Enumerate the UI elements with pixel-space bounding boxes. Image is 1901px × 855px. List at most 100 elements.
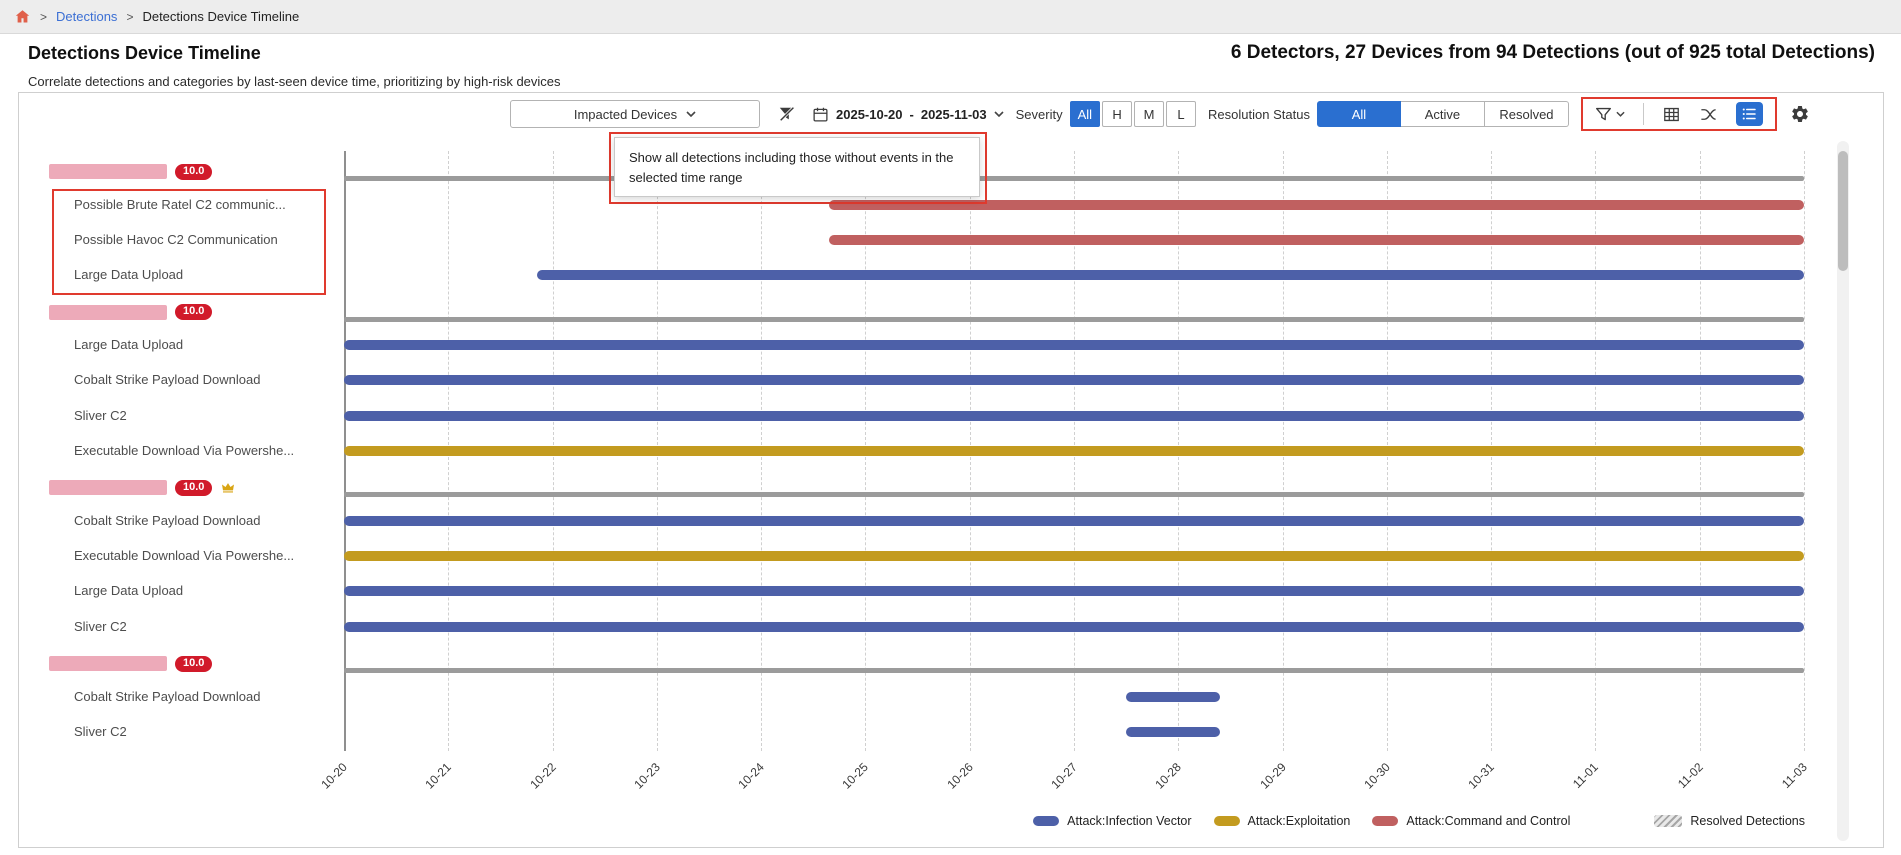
device-name-redacted — [49, 164, 167, 179]
chevron-down-icon — [994, 111, 1004, 117]
resolution-status-label: Resolution Status — [1208, 107, 1310, 122]
device-timeline-bar[interactable] — [344, 176, 1804, 181]
toolbar-divider — [1643, 103, 1644, 125]
breadcrumb: > Detections > Detections Device Timelin… — [0, 0, 1901, 34]
resolved-hatch-swatch — [1654, 815, 1682, 827]
risk-score-badge: 10.0 — [175, 480, 212, 496]
detection-label[interactable]: Executable Download Via Powershe... — [74, 547, 328, 565]
scrollbar-thumb[interactable] — [1838, 151, 1848, 271]
legend-color-swatch — [1372, 816, 1398, 826]
resolution-resolved-button[interactable]: Resolved — [1485, 101, 1569, 127]
legend-item: Attack:Exploitation — [1214, 814, 1351, 828]
severity-low-button[interactable]: L — [1166, 101, 1196, 127]
calendar-icon — [812, 106, 829, 123]
filter-tooltip: Show all detections including those with… — [614, 137, 980, 197]
detection-label[interactable]: Sliver C2 — [74, 618, 328, 636]
timeline-panel: Impacted Devices 2025-10-20 - 2025-11-03… — [18, 92, 1884, 848]
detection-timeline-bar[interactable] — [344, 586, 1804, 596]
severity-filter-group: All H M L — [1070, 101, 1196, 127]
detection-timeline-bar[interactable] — [344, 340, 1804, 350]
legend-label: Attack:Exploitation — [1248, 814, 1351, 828]
date-range-picker[interactable]: 2025-10-20 - 2025-11-03 — [812, 106, 1004, 123]
device-row-label[interactable]: 10.0 — [49, 303, 212, 321]
detection-label[interactable]: Sliver C2 — [74, 407, 328, 425]
detection-label[interactable]: Executable Download Via Powershe... — [74, 442, 328, 460]
detection-label[interactable]: Cobalt Strike Payload Download — [74, 512, 328, 530]
legend-label: Attack:Command and Control — [1406, 814, 1570, 828]
device-row-label[interactable]: 10.0 — [49, 479, 236, 497]
device-name-redacted — [49, 305, 167, 320]
group-by-dropdown[interactable]: Impacted Devices — [510, 100, 760, 128]
device-timeline-bar[interactable] — [344, 317, 1804, 322]
severity-all-button[interactable]: All — [1070, 101, 1100, 127]
detection-label[interactable]: Large Data Upload — [74, 266, 328, 284]
detection-timeline-bar[interactable] — [344, 375, 1804, 385]
rows-layer: 10.0 Possible Brute Ratel C2 communic... P… — [19, 93, 1883, 847]
severity-label: Severity — [1016, 107, 1063, 122]
view-controls-annotation-box — [1581, 97, 1777, 131]
group-by-value: Impacted Devices — [574, 107, 677, 122]
device-row-label[interactable]: 10.0 — [49, 655, 212, 673]
breadcrumb-link-detections[interactable]: Detections — [56, 9, 117, 24]
home-icon[interactable] — [14, 8, 31, 25]
detection-timeline-bar[interactable] — [1126, 692, 1220, 702]
legend-label: Resolved Detections — [1690, 814, 1805, 828]
detection-label[interactable]: Large Data Upload — [74, 336, 328, 354]
detection-timeline-bar[interactable] — [344, 551, 1804, 561]
detection-timeline-bar[interactable] — [537, 270, 1804, 280]
risk-score-badge: 10.0 — [175, 304, 212, 320]
page-subtitle: Correlate detections and categories by l… — [28, 74, 561, 89]
risk-score-badge: 10.0 — [175, 164, 212, 180]
resolution-filter-group: All Active Resolved — [1317, 101, 1569, 127]
settings-gear-button[interactable] — [1790, 104, 1810, 124]
crown-icon — [220, 480, 236, 496]
chevron-down-icon — [686, 111, 696, 117]
resolution-all-button[interactable]: All — [1317, 101, 1401, 127]
page-header: Detections Device Timeline 6 Detectors, … — [0, 34, 1901, 92]
detection-label[interactable]: Sliver C2 — [74, 723, 328, 741]
date-range-separator: - — [910, 107, 914, 122]
legend-label: Attack:Infection Vector — [1067, 814, 1191, 828]
detection-label[interactable]: Large Data Upload — [74, 582, 328, 600]
severity-medium-button[interactable]: M — [1134, 101, 1164, 127]
resolution-active-button[interactable]: Active — [1401, 101, 1485, 127]
tooltip-text: Show all detections including those with… — [629, 150, 953, 185]
detections-summary: 6 Detectors, 27 Devices from 94 Detectio… — [1231, 42, 1875, 64]
breadcrumb-current-page: Detections Device Timeline — [142, 9, 299, 24]
detection-timeline-bar[interactable] — [344, 446, 1804, 456]
legend-color-swatch — [1214, 816, 1240, 826]
vertical-scrollbar[interactable] — [1837, 141, 1849, 841]
breadcrumb-separator: > — [40, 10, 47, 24]
detection-timeline-bar[interactable] — [344, 516, 1804, 526]
device-name-redacted — [49, 480, 167, 495]
breadcrumb-separator: > — [126, 10, 133, 24]
detection-label[interactable]: Cobalt Strike Payload Download — [74, 371, 328, 389]
detection-timeline-bar[interactable] — [344, 622, 1804, 632]
timeline-view-button[interactable] — [1736, 102, 1763, 126]
device-name-redacted — [49, 656, 167, 671]
risk-score-badge: 10.0 — [175, 656, 212, 672]
legend-item: Attack:Infection Vector — [1033, 814, 1191, 828]
detection-label[interactable]: Possible Havoc C2 Communication — [74, 231, 328, 249]
flow-view-button[interactable] — [1699, 105, 1718, 124]
tooltip-annotation-box: Show all detections including those with… — [609, 132, 987, 204]
severity-high-button[interactable]: H — [1102, 101, 1132, 127]
device-timeline-bar[interactable] — [344, 492, 1804, 497]
detection-label[interactable]: Cobalt Strike Payload Download — [74, 688, 328, 706]
filter-dropdown-button[interactable] — [1595, 106, 1625, 123]
detection-label[interactable]: Possible Brute Ratel C2 communic... — [74, 196, 328, 214]
legend-item: Resolved Detections — [1654, 814, 1805, 828]
legend-color-swatch — [1033, 816, 1059, 826]
detection-timeline-bar[interactable] — [344, 411, 1804, 421]
device-timeline-bar[interactable] — [344, 668, 1804, 673]
date-range-start: 2025-10-20 — [836, 107, 903, 122]
legend-item: Attack:Command and Control — [1372, 814, 1570, 828]
device-row-label[interactable]: 10.0 — [49, 163, 212, 181]
table-view-button[interactable] — [1662, 105, 1681, 124]
toolbar: Impacted Devices 2025-10-20 - 2025-11-03… — [510, 99, 1810, 129]
filter-events-toggle-button[interactable] — [778, 105, 796, 123]
detection-timeline-bar[interactable] — [1126, 727, 1220, 737]
date-range-end: 2025-11-03 — [921, 107, 987, 122]
chevron-down-icon — [1616, 111, 1625, 117]
detection-timeline-bar[interactable] — [829, 235, 1804, 245]
